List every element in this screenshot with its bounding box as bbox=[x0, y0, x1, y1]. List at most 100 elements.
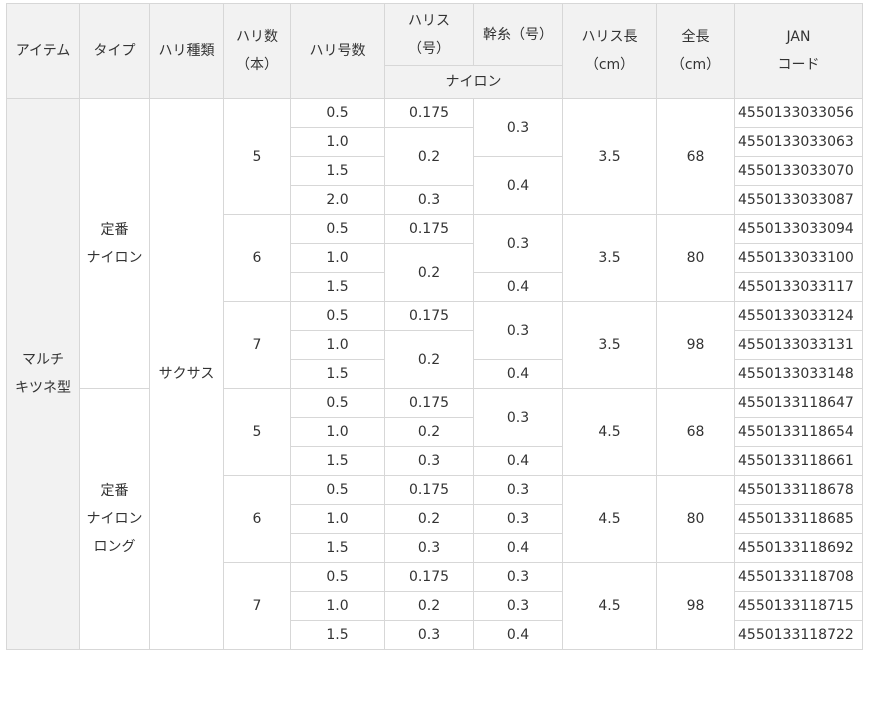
header-harisu-length: ハリス長 （cm） bbox=[562, 3, 657, 99]
header-item: アイテム bbox=[6, 3, 80, 99]
hook-count-cell: 5 bbox=[223, 388, 291, 476]
harisu-cell: 0.2 bbox=[384, 504, 474, 534]
jan-cell: 4550133033063 bbox=[734, 127, 863, 157]
jan-cell: 4550133118685 bbox=[734, 504, 863, 534]
jan-cell: 4550133033117 bbox=[734, 272, 863, 302]
mikiito-cell: 0.4 bbox=[473, 446, 563, 476]
harisu-cell: 0.3 bbox=[384, 446, 474, 476]
jan-cell: 4550133118722 bbox=[734, 620, 863, 650]
mikiito-cell: 0.3 bbox=[473, 301, 563, 360]
jan-cell: 4550133118708 bbox=[734, 562, 863, 592]
harisu-length-cell: 4.5 bbox=[562, 475, 657, 563]
header-mikiito: 幹糸（号） bbox=[473, 3, 563, 66]
hook-size-cell: 1.0 bbox=[290, 504, 385, 534]
header-nylon: ナイロン bbox=[384, 65, 563, 99]
type-line: ナイロン bbox=[86, 511, 143, 527]
header-jan-code: JAN コード bbox=[734, 3, 863, 99]
harisu-cell: 0.175 bbox=[384, 214, 474, 244]
harisu-cell: 0.175 bbox=[384, 388, 474, 418]
hook-size-cell: 1.0 bbox=[290, 330, 385, 360]
hook-size-cell: 0.5 bbox=[290, 562, 385, 592]
jan-cell: 4550133033124 bbox=[734, 301, 863, 331]
header-hook-count: ハリ数 （本） bbox=[223, 3, 291, 99]
header-jan-line: JAN bbox=[786, 29, 811, 45]
hook-size-cell: 1.5 bbox=[290, 359, 385, 389]
item-name-line: マルチ bbox=[22, 352, 64, 368]
header-hook-count-line: ハリ数 bbox=[236, 29, 278, 45]
header-harisu-line: ハリス bbox=[408, 12, 450, 29]
total-length-cell: 98 bbox=[656, 562, 735, 650]
harisu-cell: 0.2 bbox=[384, 417, 474, 447]
header-harisu: ハリス （号） bbox=[384, 3, 474, 66]
jan-cell: 4550133033100 bbox=[734, 243, 863, 273]
hook-size-cell: 0.5 bbox=[290, 388, 385, 418]
mikiito-cell: 0.3 bbox=[473, 98, 563, 157]
harisu-length-cell: 4.5 bbox=[562, 388, 657, 476]
header-type: タイプ bbox=[79, 3, 150, 99]
total-length-cell: 98 bbox=[656, 301, 735, 389]
hook-size-cell: 1.0 bbox=[290, 127, 385, 157]
jan-cell: 4550133118661 bbox=[734, 446, 863, 476]
mikiito-cell: 0.4 bbox=[473, 272, 563, 302]
harisu-cell: 0.2 bbox=[384, 591, 474, 621]
hook-size-cell: 0.5 bbox=[290, 301, 385, 331]
harisu-cell: 0.3 bbox=[384, 533, 474, 563]
jan-cell: 4550133033148 bbox=[734, 359, 863, 389]
mikiito-cell: 0.4 bbox=[473, 533, 563, 563]
jan-cell: 4550133033131 bbox=[734, 330, 863, 360]
header-total-length-line: 全長 bbox=[681, 29, 710, 45]
header-hook-count-unit: （本） bbox=[236, 57, 278, 73]
hook-count-cell: 7 bbox=[223, 562, 291, 650]
type-line: ナイロン bbox=[86, 249, 143, 266]
item-cell: マルチ キツネ型 bbox=[6, 98, 80, 650]
jan-cell: 4550133033094 bbox=[734, 214, 863, 244]
mikiito-cell: 0.3 bbox=[473, 562, 563, 592]
hook-count-cell: 7 bbox=[223, 301, 291, 389]
hook-size-cell: 1.5 bbox=[290, 272, 385, 302]
hook-size-cell: 0.5 bbox=[290, 214, 385, 244]
harisu-cell: 0.175 bbox=[384, 301, 474, 331]
mikiito-cell: 0.4 bbox=[473, 156, 563, 215]
hook-size-cell: 0.5 bbox=[290, 475, 385, 505]
harisu-cell: 0.2 bbox=[384, 330, 474, 389]
hook-size-cell: 1.0 bbox=[290, 591, 385, 621]
jan-cell: 4550133033056 bbox=[734, 98, 863, 128]
mikiito-cell: 0.4 bbox=[473, 620, 563, 650]
hook-size-cell: 1.5 bbox=[290, 156, 385, 186]
harisu-cell: 0.175 bbox=[384, 98, 474, 128]
harisu-cell: 0.3 bbox=[384, 185, 474, 215]
mikiito-cell: 0.3 bbox=[473, 388, 563, 447]
hook-size-cell: 1.0 bbox=[290, 417, 385, 447]
hook-size-cell: 1.5 bbox=[290, 620, 385, 650]
total-length-cell: 80 bbox=[656, 475, 735, 563]
type-line: 定番 bbox=[100, 483, 129, 499]
harisu-length-cell: 3.5 bbox=[562, 98, 657, 215]
type-cell: 定番 ナイロン bbox=[79, 98, 150, 389]
mikiito-cell: 0.3 bbox=[473, 475, 563, 505]
hook-size-cell: 1.5 bbox=[290, 533, 385, 563]
harisu-cell: 0.3 bbox=[384, 620, 474, 650]
jan-cell: 4550133118647 bbox=[734, 388, 863, 418]
total-length-cell: 68 bbox=[656, 98, 735, 215]
jan-cell: 4550133033070 bbox=[734, 156, 863, 186]
hook-count-cell: 5 bbox=[223, 98, 291, 215]
hook-size-cell: 2.0 bbox=[290, 185, 385, 215]
header-jan-unit: コード bbox=[777, 57, 820, 73]
hook-kind-cell: サクサス bbox=[149, 98, 224, 650]
mikiito-cell: 0.3 bbox=[473, 214, 563, 273]
harisu-cell: 0.2 bbox=[384, 127, 474, 186]
header-harisu-length-unit: （cm） bbox=[584, 57, 635, 73]
hook-size-cell: 1.5 bbox=[290, 446, 385, 476]
header-harisu-unit: （号） bbox=[408, 40, 450, 57]
jan-cell: 4550133118654 bbox=[734, 417, 863, 447]
mikiito-cell: 0.3 bbox=[473, 591, 563, 621]
mikiito-cell: 0.4 bbox=[473, 359, 563, 389]
hook-size-cell: 0.5 bbox=[290, 98, 385, 128]
header-hook-size: ハリ号数 bbox=[290, 3, 385, 99]
harisu-cell: 0.2 bbox=[384, 243, 474, 302]
harisu-cell: 0.175 bbox=[384, 475, 474, 505]
jan-cell: 4550133033087 bbox=[734, 185, 863, 215]
jan-cell: 4550133118678 bbox=[734, 475, 863, 505]
hook-count-cell: 6 bbox=[223, 214, 291, 302]
total-length-cell: 68 bbox=[656, 388, 735, 476]
